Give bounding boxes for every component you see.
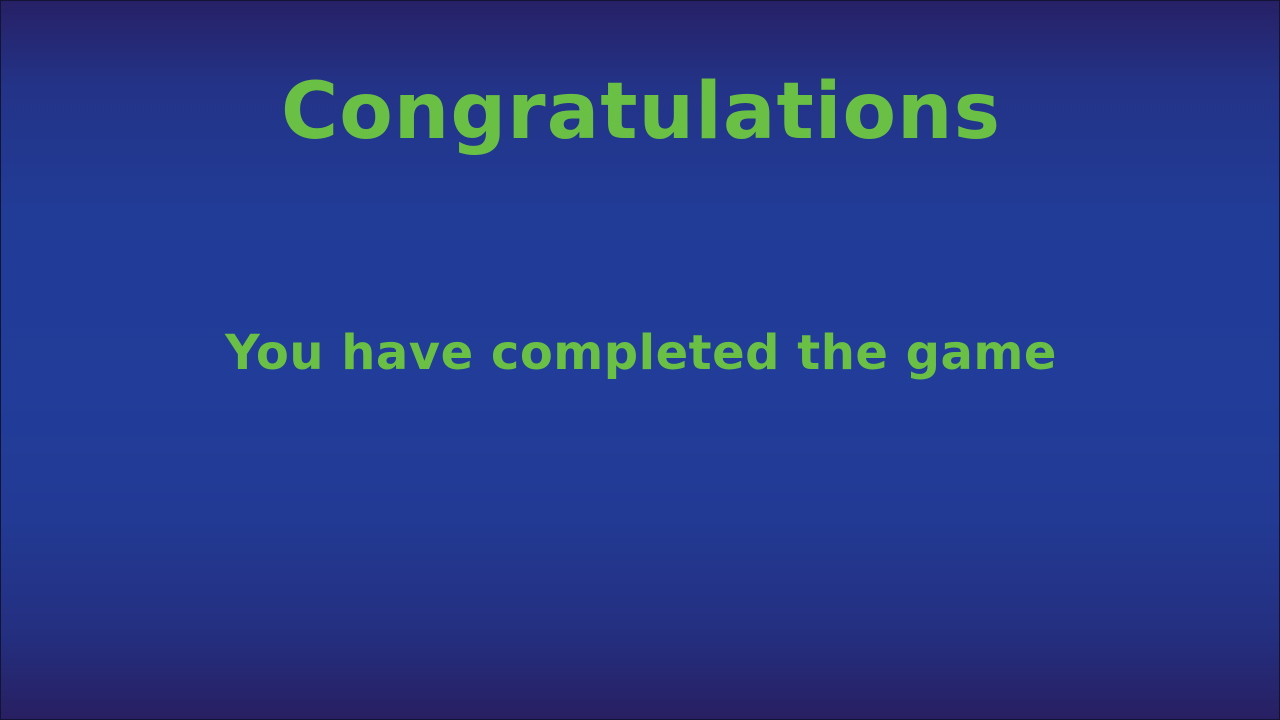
completion-message: You have completed the game bbox=[225, 325, 1057, 381]
game-over-screen: Congratulations You have completed the g… bbox=[0, 0, 1280, 720]
congratulations-title: Congratulations bbox=[280, 67, 1002, 157]
